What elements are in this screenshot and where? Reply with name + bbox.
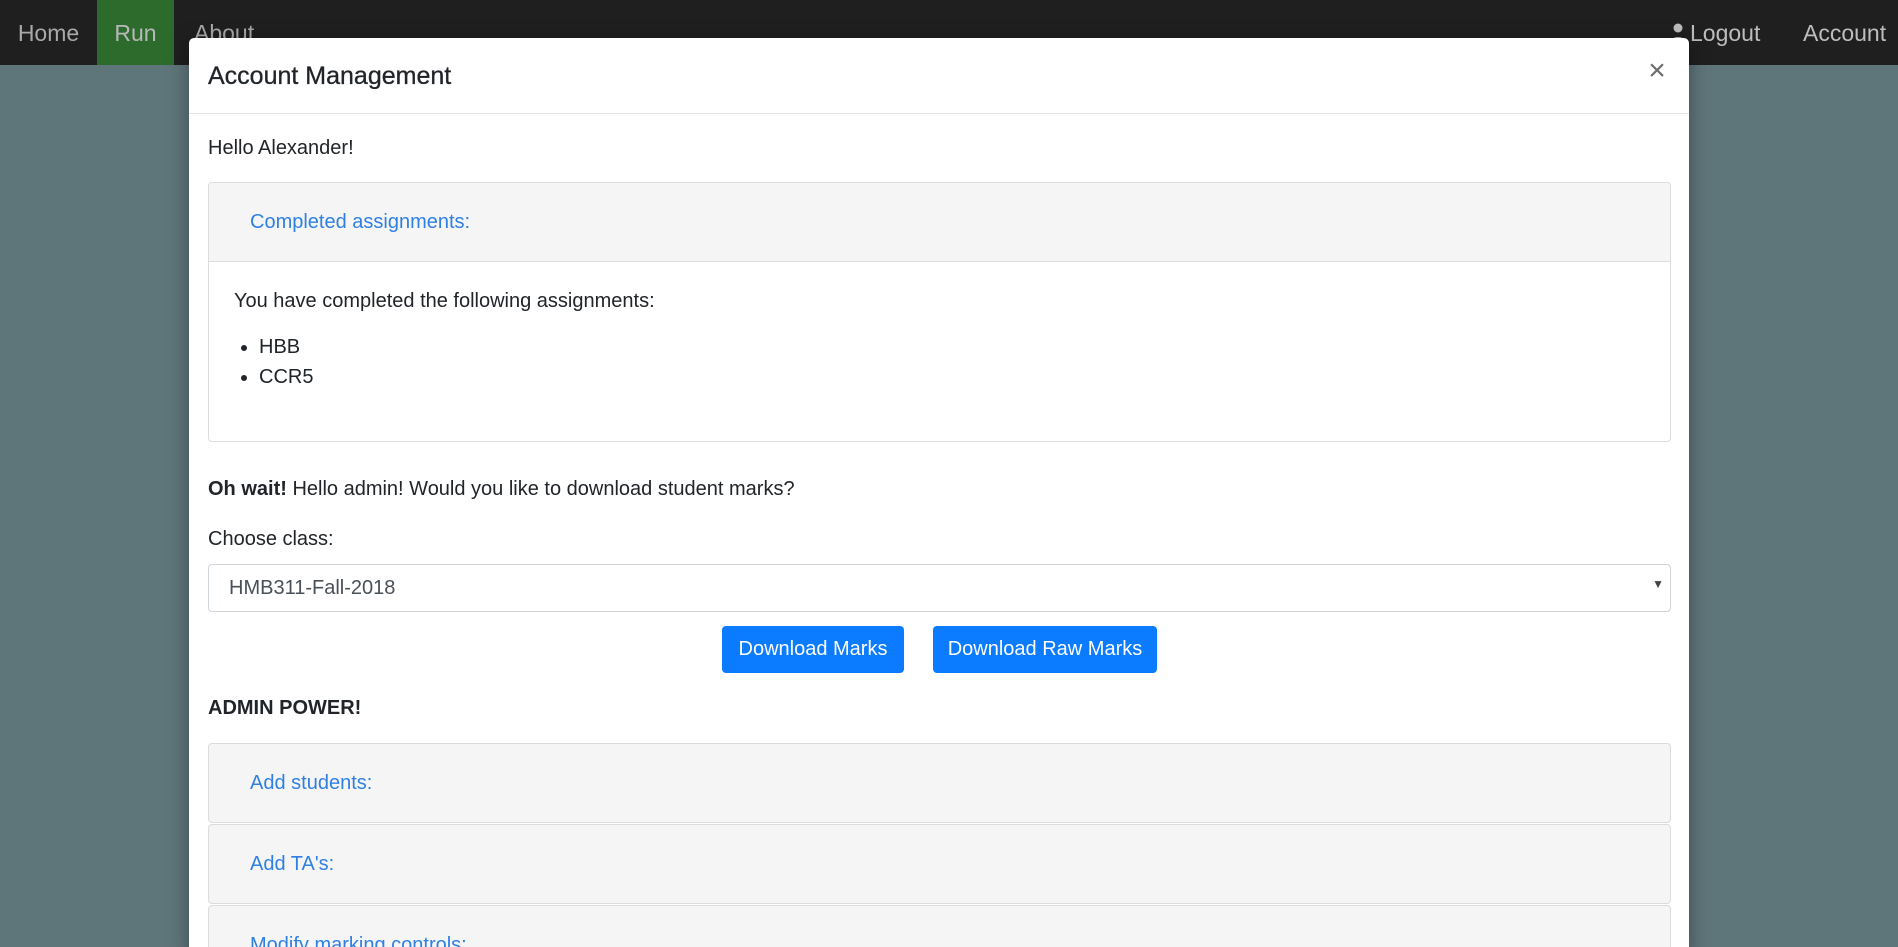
class-select[interactable]: HMB311-Fall-2018 ▼ xyxy=(208,564,1671,612)
greeting-text: Hello Alexander! xyxy=(208,137,354,159)
completed-assignments-heading: Completed assignments: xyxy=(209,183,1670,261)
nav-account[interactable]: Account xyxy=(1803,0,1898,65)
list-item: CCR5 xyxy=(259,362,313,392)
class-select-value: HMB311-Fall-2018 xyxy=(229,577,396,599)
chevron-down-icon: ▼ xyxy=(1652,577,1664,591)
completed-assignments-toggle[interactable]: Completed assignments: xyxy=(250,211,470,234)
close-icon[interactable]: × xyxy=(1643,56,1671,86)
modify-marking-controls-toggle[interactable]: Modify marking controls: xyxy=(250,934,467,947)
modal-title: Account Management xyxy=(208,62,452,90)
admin-prompt: Oh wait! Hello admin! Would you like to … xyxy=(208,478,795,501)
list-item: HBB xyxy=(259,332,313,362)
modify-marking-controls-panel: Modify marking controls: xyxy=(208,905,1671,947)
admin-prompt-bold: Oh wait! xyxy=(208,478,287,500)
user-icon xyxy=(1670,2,1686,43)
add-students-toggle[interactable]: Add students: xyxy=(250,772,372,795)
modal-header: Account Management × xyxy=(189,38,1689,114)
nav-run[interactable]: Run xyxy=(97,0,174,65)
choose-class-label: Choose class: xyxy=(208,528,334,550)
completed-assignments-panel: Completed assignments: You have complete… xyxy=(208,182,1671,442)
completed-intro-text: You have completed the following assignm… xyxy=(234,290,655,312)
add-tas-panel: Add TA's: xyxy=(208,824,1671,904)
assignment-list: HBB CCR5 xyxy=(234,332,313,392)
account-management-modal: Account Management × Hello Alexander! Co… xyxy=(189,38,1689,947)
add-tas-toggle[interactable]: Add TA's: xyxy=(250,853,334,876)
logout-label: Logout xyxy=(1690,20,1761,46)
nav-home[interactable]: Home xyxy=(0,0,97,65)
download-raw-marks-button[interactable]: Download Raw Marks xyxy=(933,626,1157,673)
download-marks-button[interactable]: Download Marks xyxy=(722,626,904,673)
admin-power-heading: ADMIN POWER! xyxy=(208,697,362,719)
completed-assignments-body: You have completed the following assignm… xyxy=(209,261,1670,441)
nav-logout[interactable]: Logout xyxy=(1670,0,1810,65)
add-students-panel: Add students: xyxy=(208,743,1671,823)
admin-prompt-text: Hello admin! Would you like to download … xyxy=(292,478,795,500)
